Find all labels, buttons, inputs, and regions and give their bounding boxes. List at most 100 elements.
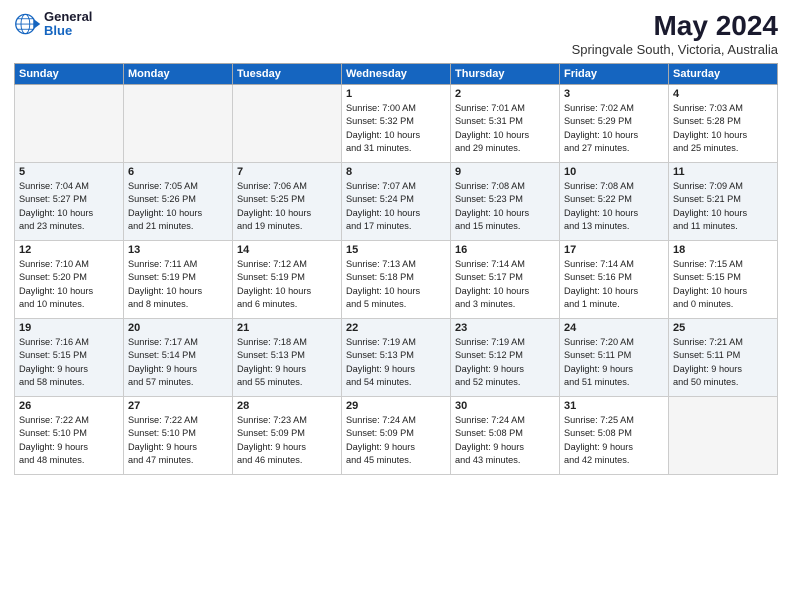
day-number: 2 bbox=[455, 88, 555, 100]
calendar-header-row: SundayMondayTuesdayWednesdayThursdayFrid… bbox=[15, 64, 778, 85]
day-info: Sunrise: 7:19 AM Sunset: 5:13 PM Dayligh… bbox=[346, 336, 446, 389]
day-number: 3 bbox=[564, 88, 664, 100]
day-info: Sunrise: 7:20 AM Sunset: 5:11 PM Dayligh… bbox=[564, 336, 664, 389]
calendar-cell: 3 Sunrise: 7:02 AM Sunset: 5:29 PM Daylig… bbox=[560, 85, 669, 163]
calendar-cell: 19 Sunrise: 7:16 AM Sunset: 5:15 PM Dayli… bbox=[15, 319, 124, 397]
day-number: 17 bbox=[564, 244, 664, 256]
day-info: Sunrise: 7:14 AM Sunset: 5:16 PM Dayligh… bbox=[564, 258, 664, 311]
calendar-week-row: 26 Sunrise: 7:22 AM Sunset: 5:10 PM Dayli… bbox=[15, 397, 778, 475]
calendar-cell: 7 Sunrise: 7:06 AM Sunset: 5:25 PM Daylig… bbox=[233, 163, 342, 241]
page: General Blue May 2024 Springvale South, … bbox=[0, 0, 792, 612]
day-info: Sunrise: 7:02 AM Sunset: 5:29 PM Dayligh… bbox=[564, 102, 664, 155]
month-year: May 2024 bbox=[572, 10, 778, 42]
calendar-cell: 6Sunrise: 7:05 AM Sunset: 5:26 PM Daylig… bbox=[124, 163, 233, 241]
day-info: Sunrise: 7:24 AM Sunset: 5:08 PM Dayligh… bbox=[455, 414, 555, 467]
day-number: 19 bbox=[19, 322, 119, 334]
day-number: 24 bbox=[564, 322, 664, 334]
title-block: May 2024 Springvale South, Victoria, Aus… bbox=[572, 10, 778, 57]
day-number: 28 bbox=[237, 400, 337, 412]
day-number: 18 bbox=[673, 244, 773, 256]
day-number: 26 bbox=[19, 400, 119, 412]
day-number: 11 bbox=[673, 166, 773, 178]
day-info: Sunrise: 7:25 AM Sunset: 5:08 PM Dayligh… bbox=[564, 414, 664, 467]
calendar-header-thursday: Thursday bbox=[451, 64, 560, 85]
logo: General Blue bbox=[14, 10, 92, 39]
calendar-cell: 15Sunrise: 7:13 AM Sunset: 5:18 PM Dayli… bbox=[342, 241, 451, 319]
calendar-cell: 22 Sunrise: 7:19 AM Sunset: 5:13 PM Dayli… bbox=[342, 319, 451, 397]
calendar-week-row: 5Sunrise: 7:04 AM Sunset: 5:27 PM Daylig… bbox=[15, 163, 778, 241]
day-number: 6 bbox=[128, 166, 228, 178]
calendar-cell: 18 Sunrise: 7:15 AM Sunset: 5:15 PM Dayli… bbox=[669, 241, 778, 319]
day-number: 31 bbox=[564, 400, 664, 412]
day-info: Sunrise: 7:19 AM Sunset: 5:12 PM Dayligh… bbox=[455, 336, 555, 389]
calendar-cell: 25 Sunrise: 7:21 AM Sunset: 5:11 PM Dayli… bbox=[669, 319, 778, 397]
day-info: Sunrise: 7:14 AM Sunset: 5:17 PM Dayligh… bbox=[455, 258, 555, 311]
calendar-cell: 10 Sunrise: 7:08 AM Sunset: 5:22 PM Dayli… bbox=[560, 163, 669, 241]
day-number: 7 bbox=[237, 166, 337, 178]
calendar-header-sunday: Sunday bbox=[15, 64, 124, 85]
logo-text: General Blue bbox=[44, 10, 92, 39]
day-number: 13 bbox=[128, 244, 228, 256]
day-info: Sunrise: 7:15 AM Sunset: 5:15 PM Dayligh… bbox=[673, 258, 773, 311]
day-info: Sunrise: 7:06 AM Sunset: 5:25 PM Dayligh… bbox=[237, 180, 337, 233]
day-number: 12 bbox=[19, 244, 119, 256]
day-number: 21 bbox=[237, 322, 337, 334]
calendar-cell: 11 Sunrise: 7:09 AM Sunset: 5:21 PM Dayli… bbox=[669, 163, 778, 241]
day-number: 30 bbox=[455, 400, 555, 412]
calendar-cell: 4Sunrise: 7:03 AM Sunset: 5:28 PM Daylig… bbox=[669, 85, 778, 163]
day-info: Sunrise: 7:08 AM Sunset: 5:23 PM Dayligh… bbox=[455, 180, 555, 233]
day-info: Sunrise: 7:08 AM Sunset: 5:22 PM Dayligh… bbox=[564, 180, 664, 233]
day-number: 10 bbox=[564, 166, 664, 178]
calendar-cell: 1Sunrise: 7:00 AM Sunset: 5:32 PM Daylig… bbox=[342, 85, 451, 163]
calendar-cell: 20Sunrise: 7:17 AM Sunset: 5:14 PM Dayli… bbox=[124, 319, 233, 397]
day-number: 14 bbox=[237, 244, 337, 256]
day-info: Sunrise: 7:21 AM Sunset: 5:11 PM Dayligh… bbox=[673, 336, 773, 389]
calendar-cell: 28 Sunrise: 7:23 AM Sunset: 5:09 PM Dayli… bbox=[233, 397, 342, 475]
day-number: 4 bbox=[673, 88, 773, 100]
calendar-table: SundayMondayTuesdayWednesdayThursdayFrid… bbox=[14, 63, 778, 475]
logo-general: General bbox=[44, 10, 92, 24]
calendar-week-row: 1Sunrise: 7:00 AM Sunset: 5:32 PM Daylig… bbox=[15, 85, 778, 163]
day-info: Sunrise: 7:11 AM Sunset: 5:19 PM Dayligh… bbox=[128, 258, 228, 311]
day-info: Sunrise: 7:07 AM Sunset: 5:24 PM Dayligh… bbox=[346, 180, 446, 233]
logo-icon bbox=[14, 10, 42, 38]
day-number: 9 bbox=[455, 166, 555, 178]
calendar-cell: 12 Sunrise: 7:10 AM Sunset: 5:20 PM Dayli… bbox=[15, 241, 124, 319]
calendar-header-friday: Friday bbox=[560, 64, 669, 85]
location: Springvale South, Victoria, Australia bbox=[572, 42, 778, 57]
day-info: Sunrise: 7:16 AM Sunset: 5:15 PM Dayligh… bbox=[19, 336, 119, 389]
header: General Blue May 2024 Springvale South, … bbox=[14, 10, 778, 57]
calendar-cell: 23Sunrise: 7:19 AM Sunset: 5:12 PM Dayli… bbox=[451, 319, 560, 397]
day-number: 25 bbox=[673, 322, 773, 334]
calendar-cell: 16Sunrise: 7:14 AM Sunset: 5:17 PM Dayli… bbox=[451, 241, 560, 319]
calendar-cell: 29 Sunrise: 7:24 AM Sunset: 5:09 PM Dayli… bbox=[342, 397, 451, 475]
day-number: 27 bbox=[128, 400, 228, 412]
logo-blue: Blue bbox=[44, 24, 92, 38]
calendar-cell: 5Sunrise: 7:04 AM Sunset: 5:27 PM Daylig… bbox=[15, 163, 124, 241]
day-info: Sunrise: 7:24 AM Sunset: 5:09 PM Dayligh… bbox=[346, 414, 446, 467]
day-info: Sunrise: 7:22 AM Sunset: 5:10 PM Dayligh… bbox=[128, 414, 228, 467]
day-info: Sunrise: 7:01 AM Sunset: 5:31 PM Dayligh… bbox=[455, 102, 555, 155]
day-info: Sunrise: 7:10 AM Sunset: 5:20 PM Dayligh… bbox=[19, 258, 119, 311]
calendar-header-monday: Monday bbox=[124, 64, 233, 85]
day-number: 29 bbox=[346, 400, 446, 412]
day-number: 22 bbox=[346, 322, 446, 334]
day-info: Sunrise: 7:04 AM Sunset: 5:27 PM Dayligh… bbox=[19, 180, 119, 233]
calendar-cell: 21 Sunrise: 7:18 AM Sunset: 5:13 PM Dayli… bbox=[233, 319, 342, 397]
calendar-cell: 26 Sunrise: 7:22 AM Sunset: 5:10 PM Dayli… bbox=[15, 397, 124, 475]
day-info: Sunrise: 7:23 AM Sunset: 5:09 PM Dayligh… bbox=[237, 414, 337, 467]
day-info: Sunrise: 7:18 AM Sunset: 5:13 PM Dayligh… bbox=[237, 336, 337, 389]
day-number: 1 bbox=[346, 88, 446, 100]
day-info: Sunrise: 7:22 AM Sunset: 5:10 PM Dayligh… bbox=[19, 414, 119, 467]
calendar-cell bbox=[124, 85, 233, 163]
day-number: 15 bbox=[346, 244, 446, 256]
day-info: Sunrise: 7:09 AM Sunset: 5:21 PM Dayligh… bbox=[673, 180, 773, 233]
calendar-cell: 31 Sunrise: 7:25 AM Sunset: 5:08 PM Dayli… bbox=[560, 397, 669, 475]
calendar-cell: 9 Sunrise: 7:08 AM Sunset: 5:23 PM Daylig… bbox=[451, 163, 560, 241]
calendar-week-row: 12 Sunrise: 7:10 AM Sunset: 5:20 PM Dayli… bbox=[15, 241, 778, 319]
calendar-cell: 8Sunrise: 7:07 AM Sunset: 5:24 PM Daylig… bbox=[342, 163, 451, 241]
calendar-header-tuesday: Tuesday bbox=[233, 64, 342, 85]
calendar-cell: 14 Sunrise: 7:12 AM Sunset: 5:19 PM Dayli… bbox=[233, 241, 342, 319]
day-info: Sunrise: 7:12 AM Sunset: 5:19 PM Dayligh… bbox=[237, 258, 337, 311]
calendar-header-wednesday: Wednesday bbox=[342, 64, 451, 85]
